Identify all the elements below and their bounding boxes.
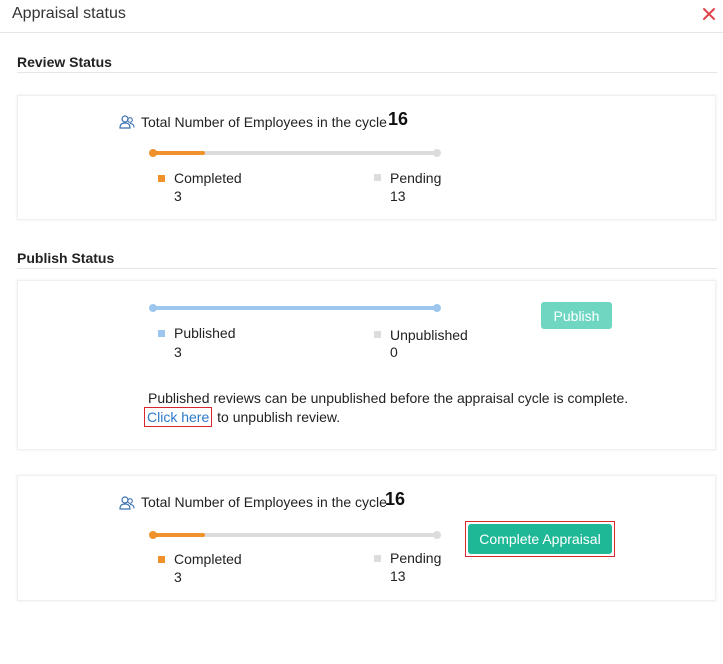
complete-appraisal-highlight: Complete Appraisal — [465, 521, 615, 557]
review-progress-fill — [151, 151, 205, 155]
close-icon[interactable] — [701, 6, 717, 22]
review-status-title: Review Status — [17, 54, 112, 70]
progress-start-dot — [149, 304, 157, 312]
completed-label: Completed — [174, 551, 242, 567]
unpublish-note: Published reviews can be unpublished bef… — [148, 390, 629, 406]
unpublished-label: Unpublished — [390, 327, 468, 343]
progress-end-dot — [433, 304, 441, 312]
section-divider — [17, 72, 717, 73]
completed-legend-swatch — [158, 175, 165, 182]
pending-value: 13 — [390, 188, 406, 204]
click-here-link[interactable]: Click here — [144, 407, 213, 427]
section-divider — [17, 268, 717, 269]
publish-progress-bar — [149, 304, 441, 312]
publish-status-card: Published 3 Unpublished 0 Publish Publis… — [17, 280, 716, 450]
pending-value: 13 — [390, 568, 406, 584]
published-label: Published — [174, 325, 236, 341]
pending-legend-swatch — [374, 174, 381, 181]
total-employees-label: Total Number of Employees in the cycle — [141, 494, 387, 510]
complete-progress-bar — [149, 531, 441, 539]
employees-icon — [119, 496, 135, 510]
unpublished-legend-swatch — [374, 331, 381, 338]
progress-start-dot — [149, 149, 157, 157]
unpublish-suffix: to unpublish review. — [217, 409, 341, 425]
complete-appraisal-button[interactable]: Complete Appraisal — [468, 524, 612, 554]
completed-legend-swatch — [158, 556, 165, 563]
review-status-card: Total Number of Employees in the cycle 1… — [17, 95, 716, 220]
complete-progress-fill — [151, 533, 205, 537]
employees-icon — [119, 115, 135, 129]
progress-end-dot — [433, 149, 441, 157]
progress-end-dot — [433, 531, 441, 539]
publish-progress-fill — [151, 306, 439, 310]
pending-label: Pending — [390, 170, 442, 186]
pending-label: Pending — [390, 550, 442, 566]
completed-label: Completed — [174, 170, 242, 186]
pending-legend-swatch — [374, 555, 381, 562]
published-legend-swatch — [158, 330, 165, 337]
unpublish-instruction: Click here to unpublish review. — [144, 407, 340, 427]
complete-appraisal-card: Total Number of Employees in the cycle 1… — [17, 475, 716, 601]
completed-value: 3 — [174, 569, 182, 585]
publish-button[interactable]: Publish — [541, 302, 612, 329]
completed-value: 3 — [174, 188, 182, 204]
dialog-title: Appraisal status — [12, 5, 126, 22]
published-value: 3 — [174, 344, 182, 360]
total-employees-value: 16 — [388, 109, 409, 129]
publish-status-title: Publish Status — [17, 250, 115, 266]
total-employees-label: Total Number of Employees in the cycle — [141, 114, 387, 130]
dialog-header: Appraisal status — [0, 0, 723, 33]
unpublished-value: 0 — [390, 344, 398, 360]
review-progress-bar — [149, 149, 441, 157]
progress-start-dot — [149, 531, 157, 539]
total-employees-value: 16 — [385, 489, 406, 509]
